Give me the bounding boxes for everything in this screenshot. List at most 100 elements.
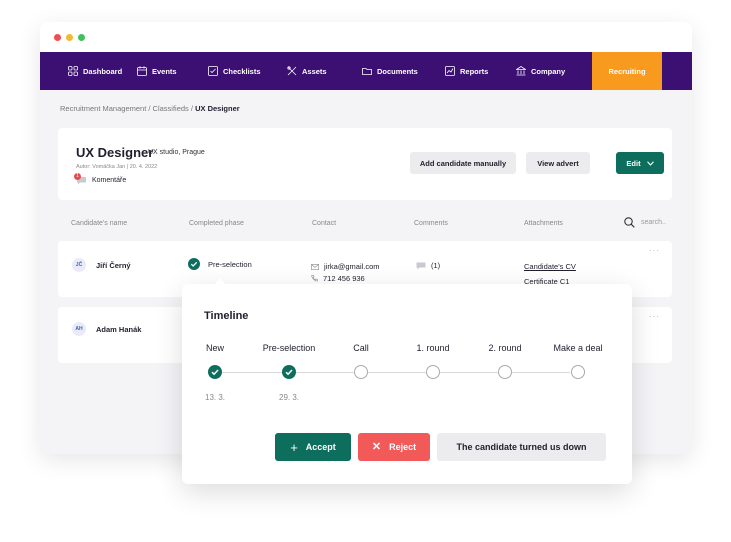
comments-badge: 1 (74, 173, 81, 180)
accept-label: Accept (305, 442, 336, 452)
col-header-attachments[interactable]: Attachments (524, 220, 563, 227)
step-make-deal-circle[interactable] (571, 365, 585, 379)
edit-button[interactable]: Edit (616, 152, 664, 174)
plus-icon: + (290, 439, 298, 455)
bank-icon (516, 66, 526, 76)
nav-events-label: Events (152, 66, 177, 76)
checklist-icon (208, 66, 218, 76)
edit-label: Edit (626, 158, 641, 168)
step-new-check-icon[interactable] (208, 365, 222, 379)
step-connector (296, 372, 354, 373)
nav-company-label: Company (531, 66, 566, 76)
step-label-round1: 1. round (416, 343, 450, 353)
comments-link[interactable]: 1 Komentáře (74, 173, 127, 185)
nav-events[interactable]: Events (137, 52, 177, 90)
step-label-new: New (205, 343, 225, 353)
contact-email[interactable]: jirka@gmail.com (311, 262, 380, 271)
popup-arrow (214, 278, 226, 285)
step-round1-circle[interactable] (426, 365, 440, 379)
chart-icon (445, 66, 455, 76)
step-connector (512, 372, 570, 373)
maximize-dot[interactable] (78, 33, 85, 41)
phase-label: Pre-selection (208, 259, 252, 269)
candidate-name[interactable]: Adam Hanák (96, 325, 141, 334)
step-connector (222, 372, 282, 373)
accept-button[interactable]: + Accept (275, 433, 351, 461)
more-options-icon[interactable]: ··· (649, 312, 660, 321)
grid-icon (68, 66, 78, 76)
col-header-comments[interactable]: Comments (414, 220, 448, 227)
reject-button[interactable]: ✕ Reject (358, 433, 430, 461)
breadcrumb-path[interactable]: Recruitment Management / Classifieds / (60, 104, 195, 113)
nav-recruiting-label: Recruiting (608, 66, 646, 76)
timeline-popup: Timeline New Pre-selection Call 1. round… (182, 278, 632, 484)
more-options-icon[interactable]: ··· (649, 246, 660, 255)
nav-checklists-label: Checklists (223, 66, 261, 76)
step-label-round2: 2. round (488, 343, 522, 353)
step-round2-circle[interactable] (498, 365, 512, 379)
avatar: AH (72, 322, 86, 336)
step-connector (440, 372, 498, 373)
search-box[interactable]: search.. (624, 217, 666, 228)
col-header-phase[interactable]: Completed phase (189, 220, 244, 227)
step-date-preselection: 29. 3. (278, 393, 300, 402)
title-bar (40, 22, 692, 52)
minimize-dot[interactable] (66, 33, 73, 41)
tools-icon (287, 66, 297, 76)
email-text: jirka@gmail.com (324, 262, 380, 271)
nav-reports[interactable]: Reports (445, 52, 488, 90)
attachment-cv[interactable]: Candidate's CV (524, 262, 576, 271)
col-header-name[interactable]: Candidate's name (71, 220, 127, 227)
add-candidate-button[interactable]: Add candidate manually (410, 152, 516, 174)
comment-icon: 1 (74, 173, 87, 185)
nav-assets-label: Assets (302, 66, 327, 76)
job-company: UX studio, Prague (148, 149, 205, 156)
reject-label: Reject (389, 442, 417, 452)
page-title: UX Designer (76, 145, 154, 160)
phase-cell: Pre-selection (188, 258, 252, 270)
comments-count: (1) (431, 261, 441, 270)
step-date-new: 13. 3. (204, 393, 226, 402)
job-meta: Autor: Vomáčka Jan | 20. 4. 2022 (76, 164, 158, 170)
search-input[interactable]: search.. (641, 219, 666, 226)
folder-icon (362, 68, 372, 75)
comments-label: Komentáře (92, 177, 127, 184)
comments-cell[interactable]: (1) (416, 261, 440, 270)
nav-assets[interactable]: Assets (287, 52, 327, 90)
step-label-make-deal: Make a deal (553, 343, 603, 353)
step-connector (368, 372, 426, 373)
close-dot[interactable] (54, 33, 61, 41)
nav-company[interactable]: Company (516, 52, 565, 90)
chevron-down-icon (646, 160, 654, 166)
step-preselection-check-icon[interactable] (282, 365, 296, 379)
search-icon (624, 217, 635, 228)
job-header-card: UX Designer UX studio, Prague Autor: Vom… (58, 128, 672, 200)
timeline-title: Timeline (204, 310, 249, 322)
nav-recruiting[interactable]: Recruiting (592, 52, 662, 90)
check-circle-icon (188, 258, 200, 270)
breadcrumb-current: UX Designer (195, 104, 240, 113)
candidate-name[interactable]: Jiří Černý (96, 261, 131, 270)
main-nav: Dashboard Events Checklists Assets Docum… (40, 52, 692, 90)
turned-down-button[interactable]: The candidate turned us down (437, 433, 606, 461)
contact-phone[interactable]: 712 456 936 (311, 274, 365, 283)
avatar: JČ (72, 258, 86, 272)
calendar-icon (137, 66, 147, 76)
phone-icon (311, 275, 318, 282)
step-call-circle[interactable] (354, 365, 368, 379)
comment-icon (416, 262, 426, 269)
nav-checklists[interactable]: Checklists (208, 52, 261, 90)
step-label-call: Call (353, 343, 369, 353)
close-icon: ✕ (371, 440, 382, 453)
col-header-contact[interactable]: Contact (312, 220, 336, 227)
mail-icon (311, 263, 319, 270)
nav-dashboard[interactable]: Dashboard (68, 52, 122, 90)
nav-documents[interactable]: Documents (362, 52, 418, 90)
breadcrumb: Recruitment Management / Classifieds / U… (60, 104, 240, 113)
nav-dashboard-label: Dashboard (83, 66, 123, 76)
phone-text: 712 456 936 (323, 274, 365, 283)
nav-documents-label: Documents (377, 66, 418, 76)
view-advert-button[interactable]: View advert (526, 152, 590, 174)
nav-reports-label: Reports (460, 66, 489, 76)
step-label-preselection: Pre-selection (262, 343, 316, 353)
